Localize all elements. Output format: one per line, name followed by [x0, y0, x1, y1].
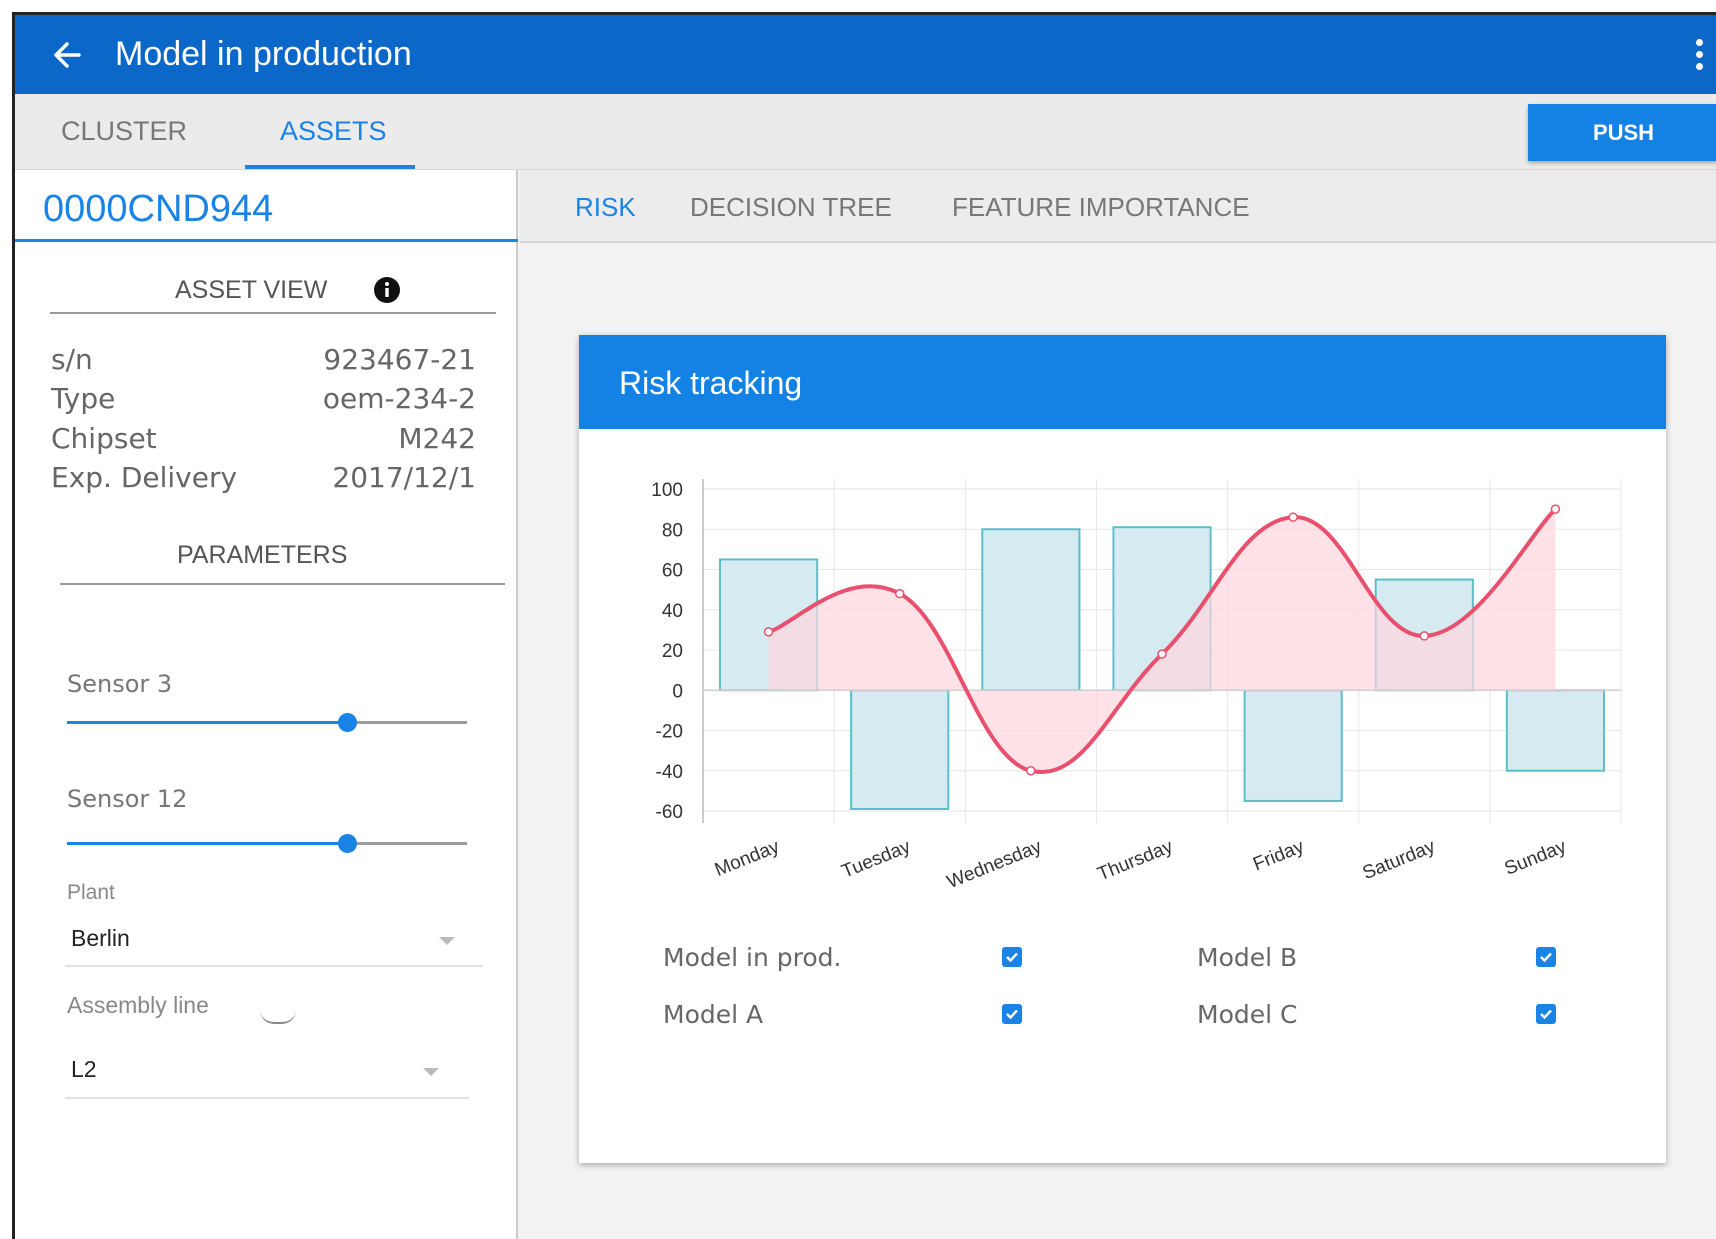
legend-label-model-in-prod: Model in prod. [663, 943, 842, 972]
x-tick-label: Thursday [1095, 836, 1177, 885]
asset-panel: 0000CND944 ASSET VIEW s/n 923467-21 Type… [15, 170, 518, 1239]
content-tab-bar: RISK DECISION TREE FEATURE IMPORTANCE [520, 170, 1716, 243]
line-point [1288, 512, 1298, 522]
assembly-line-value: L2 [71, 1056, 97, 1082]
sensor-3-label: Sensor 3 [67, 670, 173, 698]
y-tick-label: 20 [662, 641, 683, 662]
card-title: Risk tracking [619, 365, 803, 401]
check-icon [1006, 1009, 1018, 1020]
plant-value: Berlin [71, 925, 130, 951]
bar [1243, 689, 1343, 802]
x-tick-label: Wednesday [944, 836, 1045, 893]
x-tick-label: Tuesday [839, 836, 914, 883]
field-label-sn: s/n [51, 343, 93, 376]
divider [50, 312, 496, 314]
field-value-chipset: M242 [398, 422, 476, 455]
x-tick-label: Saturday [1360, 836, 1439, 884]
y-tick-label: 0 [672, 681, 683, 702]
legend-label-model-a: Model A [663, 1000, 764, 1029]
checkbox-model-in-prod[interactable] [1002, 947, 1022, 967]
checkbox-model-c[interactable] [1536, 1004, 1556, 1024]
field-label-exp-delivery: Exp. Delivery [51, 461, 238, 494]
tab-risk[interactable]: RISK [575, 192, 636, 223]
y-tick-label: -20 [656, 722, 683, 743]
risk-chart: 100 80 60 40 20 0 -20 -40 -60 Monday Tuesday Wednes… [651, 479, 1622, 893]
plant-label: Plant [67, 881, 115, 904]
field-underline [65, 1097, 469, 1099]
card-header: Risk tracking [579, 335, 1666, 429]
y-tick-label: 80 [662, 520, 683, 541]
more-vert-icon[interactable] [1695, 39, 1705, 73]
back-arrow-icon[interactable] [51, 39, 83, 71]
divider [60, 583, 505, 585]
slider-fill [67, 721, 347, 724]
bar [1505, 689, 1605, 772]
line-point [894, 588, 905, 599]
top-tab-bar: CLUSTER ASSETS PUSH [15, 94, 1716, 170]
dropdown-caret-icon [423, 1068, 439, 1076]
dropdown-caret-icon [439, 937, 455, 945]
x-tick-label: Monday [712, 836, 783, 881]
line-point [1157, 649, 1167, 659]
y-tick-label: -40 [656, 762, 683, 783]
slider-fill [67, 842, 347, 845]
app-title: Model in production [115, 35, 412, 73]
line-point [1026, 766, 1036, 776]
asset-id: 0000CND944 [43, 188, 274, 230]
y-tick-label: 60 [662, 561, 683, 582]
legend-label-model-b: Model B [1197, 943, 1298, 972]
tab-cluster[interactable]: CLUSTER [61, 116, 187, 147]
tab-feature-importance[interactable]: FEATURE IMPORTANCE [952, 192, 1250, 223]
field-value-type: oem-234-2 [322, 382, 476, 415]
checkbox-model-a[interactable] [1002, 1004, 1022, 1024]
y-tick-label: -60 [656, 802, 683, 823]
field-label-type: Type [51, 382, 116, 415]
sensor-12-slider[interactable] [67, 834, 467, 853]
field-underline [65, 965, 483, 967]
asset-id-underline [15, 239, 518, 242]
check-icon [1540, 952, 1552, 963]
app-bar: Model in production [15, 15, 1716, 94]
sensor-12-label: Sensor 12 [67, 785, 188, 813]
bar [981, 528, 1081, 692]
line-point [1550, 504, 1561, 514]
slider-thumb[interactable] [338, 834, 357, 853]
field-value-sn: 923467-21 [323, 343, 476, 376]
active-tab-indicator [245, 165, 415, 169]
line-point [1419, 631, 1430, 641]
check-icon [1540, 1009, 1552, 1020]
y-tick-label: 40 [662, 601, 683, 622]
slider-thumb[interactable] [338, 713, 357, 732]
push-button[interactable]: PUSH [1528, 104, 1716, 161]
sensor-3-slider[interactable] [67, 713, 467, 732]
bar [850, 689, 950, 810]
assembly-line-label: Assembly line [67, 992, 209, 1018]
asset-view-heading: ASSET VIEW [175, 276, 328, 304]
check-icon [1006, 952, 1018, 963]
parameters-heading: PARAMETERS [177, 541, 348, 569]
risk-tracking-card: Risk tracking 100 80 60 40 20 0 -20 -40 -60 Monda… [579, 335, 1666, 1163]
checkbox-model-b[interactable] [1536, 947, 1556, 967]
field-value-exp-delivery: 2017/12/1 [332, 461, 476, 494]
legend-label-model-c: Model C [1197, 1000, 1298, 1029]
loading-arc-icon [260, 1010, 296, 1024]
field-label-chipset: Chipset [51, 422, 157, 455]
y-tick-label: 100 [651, 480, 683, 501]
x-tick-label: Friday [1250, 836, 1307, 875]
tab-decision-tree[interactable]: DECISION TREE [690, 192, 892, 223]
x-tick-label: Sunday [1502, 836, 1570, 880]
tab-assets[interactable]: ASSETS [280, 116, 387, 147]
app-window: Model in production CLUSTER ASSETS PUSH … [12, 12, 1716, 1239]
line-point [763, 627, 774, 637]
info-icon[interactable] [373, 276, 401, 304]
